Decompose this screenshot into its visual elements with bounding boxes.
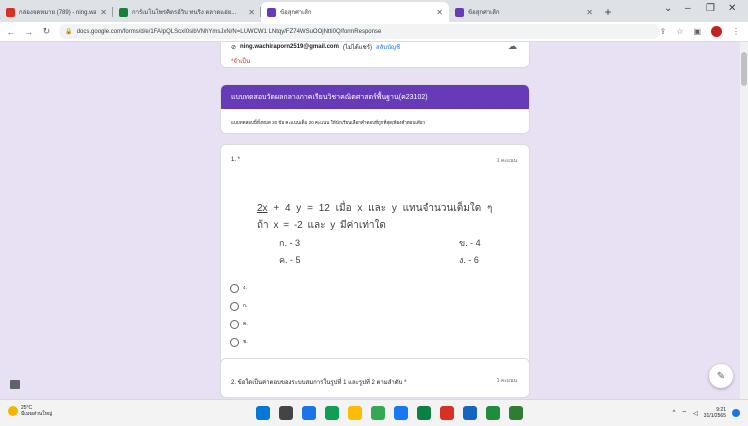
- chevron-up-icon[interactable]: ^: [673, 410, 676, 416]
- address-bar[interactable]: 🔒 docs.google.com/forms/d/e/1FAIpQLScxI0…: [59, 24, 660, 39]
- windows-taskbar: 25°C มีเมฆส่วนใหญ่ ^ ⌔ ◁ 9:21 31/1/2565: [0, 399, 748, 426]
- close-icon[interactable]: ✕: [436, 8, 443, 17]
- cloud-save-icon: ☁: [508, 42, 517, 51]
- weather-desc: มีเมฆส่วนใหญ่: [21, 411, 53, 417]
- choice-text-a: ก. - 3: [279, 238, 300, 248]
- choice-text-c: ค. - 5: [279, 255, 301, 265]
- tab-gmail[interactable]: กล่องจดหมาย (789) - ning.wachi... ✕: [0, 2, 113, 22]
- tab-search-icon[interactable]: ⌄: [664, 3, 672, 14]
- menu-icon[interactable]: ⋮: [732, 27, 740, 36]
- taskbar-app-icon[interactable]: [509, 406, 523, 420]
- edit-pencil-button[interactable]: ✎: [709, 364, 733, 388]
- taskbar-app-icon[interactable]: [440, 406, 454, 420]
- close-icon[interactable]: ✕: [248, 8, 255, 17]
- taskbar-apps: [256, 406, 523, 420]
- tab-forms[interactable]: ข้อสุกศาเส้ก ✕: [449, 2, 599, 22]
- weather-sun-icon: [8, 406, 18, 416]
- question-text: 2. ข้อใดเป็นค่าตอบของระบบสมการในรูปที่ 1…: [231, 380, 407, 386]
- question-points: 1 คะแนน: [496, 378, 517, 384]
- browser-toolbar: ← → ↻ 🔒 docs.google.com/forms/d/e/1FAIpQ…: [0, 22, 748, 42]
- tab-sheets[interactable]: การ์เมโนโพรคิตรอ์วิบ ทนริง ตลาดแอ่ย... ✕: [113, 2, 261, 22]
- taskbar-app-icon[interactable]: [417, 406, 431, 420]
- forms-icon: [455, 7, 464, 17]
- reload-icon[interactable]: ↻: [39, 26, 53, 37]
- radio-option-1[interactable]: ง.: [230, 282, 290, 294]
- question-points: 1 คะแนน: [496, 158, 517, 164]
- back-icon[interactable]: ←: [4, 27, 18, 37]
- question-number: 1. *: [231, 157, 241, 163]
- close-icon[interactable]: ✕: [100, 8, 107, 17]
- radio-label: ข.: [243, 339, 248, 345]
- page-scrollbar[interactable]: [740, 42, 748, 399]
- tab-strip: กล่องจดหมาย (789) - ning.wachi... ✕ การ์…: [0, 0, 748, 22]
- radio-circle[interactable]: [230, 301, 239, 311]
- taskbar-app-icon[interactable]: [279, 406, 293, 420]
- question-condition: ถ้า x = -2 และ y มีค่าเท่าใด: [257, 220, 386, 231]
- switch-account-link[interactable]: สลับบัญชี: [376, 42, 400, 52]
- radio-label: ก.: [243, 303, 248, 309]
- account-card: ⊘ ning.wachiraporn2519@gmail.com (ไม่ได้…: [220, 42, 530, 68]
- lock-icon: 🔒: [65, 29, 73, 35]
- feedback-icon[interactable]: [10, 380, 20, 389]
- radio-circle[interactable]: [230, 337, 239, 347]
- scrollbar-thumb[interactable]: [741, 52, 747, 86]
- radio-option-2[interactable]: ก.: [230, 300, 290, 312]
- bookmark-star-icon[interactable]: ☆: [676, 27, 683, 36]
- new-tab-button[interactable]: +: [599, 2, 617, 22]
- taskbar-app-icon[interactable]: [302, 406, 316, 420]
- choice-text-d: ง. - 6: [459, 255, 479, 265]
- account-email: ning.wachiraporn2519@gmail.com: [240, 44, 339, 50]
- clock-date: 31/1/2565: [703, 413, 726, 419]
- account-note: (ไม่ได้แชร์): [342, 45, 372, 51]
- tab-label: ข้อสุกศาเส้ก: [468, 10, 500, 16]
- taskbar-app-icon[interactable]: [371, 406, 385, 420]
- taskbar-app-icon[interactable]: [394, 406, 408, 420]
- minimize-icon[interactable]: –: [685, 3, 691, 14]
- gmail-icon: [6, 7, 15, 17]
- no-share-icon: ⊘: [231, 44, 237, 51]
- equation-rest: + 4 y = 12 เมื่อ x และ y แทนจำนวนเต็มใด …: [273, 203, 493, 214]
- close-icon[interactable]: ✕: [586, 8, 593, 17]
- share-icon[interactable]: ⇪: [660, 27, 667, 36]
- question-card-1: 1. * 1 คะแนน 2x + 4 y = 12 เมื่อ x และ y…: [220, 144, 530, 390]
- radio-option-4[interactable]: ข.: [230, 336, 290, 348]
- tab-label: การ์เมโนโพรคิตรอ์วิบ ทนริง ตลาดแอ่ย...: [132, 10, 237, 16]
- tab-label: ข้อสุกศาเส้ก: [280, 10, 312, 16]
- radio-label: ค.: [243, 321, 248, 327]
- profile-avatar[interactable]: [711, 26, 723, 37]
- sheets-icon: [119, 7, 128, 17]
- taskbar-app-icon[interactable]: [463, 406, 477, 420]
- weather-widget[interactable]: 25°C มีเมฆส่วนใหญ่: [8, 405, 52, 417]
- choice-text-b: ข. - 4: [459, 238, 481, 248]
- required-note: *จำเป็น: [231, 59, 251, 65]
- taskbar-app-icon[interactable]: [348, 406, 362, 420]
- taskbar-app-icon[interactable]: [325, 406, 339, 420]
- radio-circle[interactable]: [230, 283, 239, 293]
- radio-label: ง.: [243, 285, 247, 291]
- system-tray: ^ ⌔ ◁ 9:21 31/1/2565: [673, 407, 740, 419]
- restore-icon[interactable]: ❐: [706, 3, 715, 14]
- form-title: แบบทดสอบวัดผลกลางภาคเรียนวิชาคณิตศาสตร์พ…: [231, 94, 428, 101]
- taskbar-app-icon[interactable]: [256, 406, 270, 420]
- clock[interactable]: 9:21 31/1/2565: [704, 407, 726, 419]
- taskbar-app-icon[interactable]: [486, 406, 500, 420]
- form-description: แบบทดสอบนี้ทั้งหมด 20 ข้อ คะแนนเต็ม 20 ค…: [231, 120, 425, 125]
- radio-option-3[interactable]: ค.: [230, 318, 290, 330]
- form-page: ⊘ ning.wachiraporn2519@gmail.com (ไม่ได้…: [0, 42, 748, 399]
- forms-icon: [267, 7, 276, 17]
- forward-icon[interactable]: →: [22, 27, 36, 37]
- wifi-icon[interactable]: ⌔: [681, 409, 687, 417]
- url-text: docs.google.com/forms/d/e/1FAIpQLScxI0si…: [76, 28, 382, 35]
- equation-term: 2x: [257, 203, 268, 214]
- window-close-icon[interactable]: ✕: [728, 3, 736, 14]
- tab-forms-active[interactable]: ข้อสุกศาเส้ก ✕: [261, 2, 449, 22]
- radio-circle[interactable]: [230, 319, 239, 329]
- form-header-card: แบบทดสอบวัดผลกลางภาคเรียนวิชาคณิตศาสตร์พ…: [220, 84, 530, 134]
- side-panel-icon[interactable]: ▣: [693, 27, 701, 36]
- question-equation: 2x + 4 y = 12 เมื่อ x และ y แทนจำนวนเต็ม…: [257, 201, 492, 216]
- notification-icon[interactable]: [732, 409, 740, 417]
- volume-icon[interactable]: ◁: [693, 410, 698, 417]
- question-card-2: 2. ข้อใดเป็นค่าตอบของระบบสมการในรูปที่ 1…: [220, 358, 530, 398]
- tab-label: กล่องจดหมาย (789) - ning.wachi...: [19, 10, 97, 16]
